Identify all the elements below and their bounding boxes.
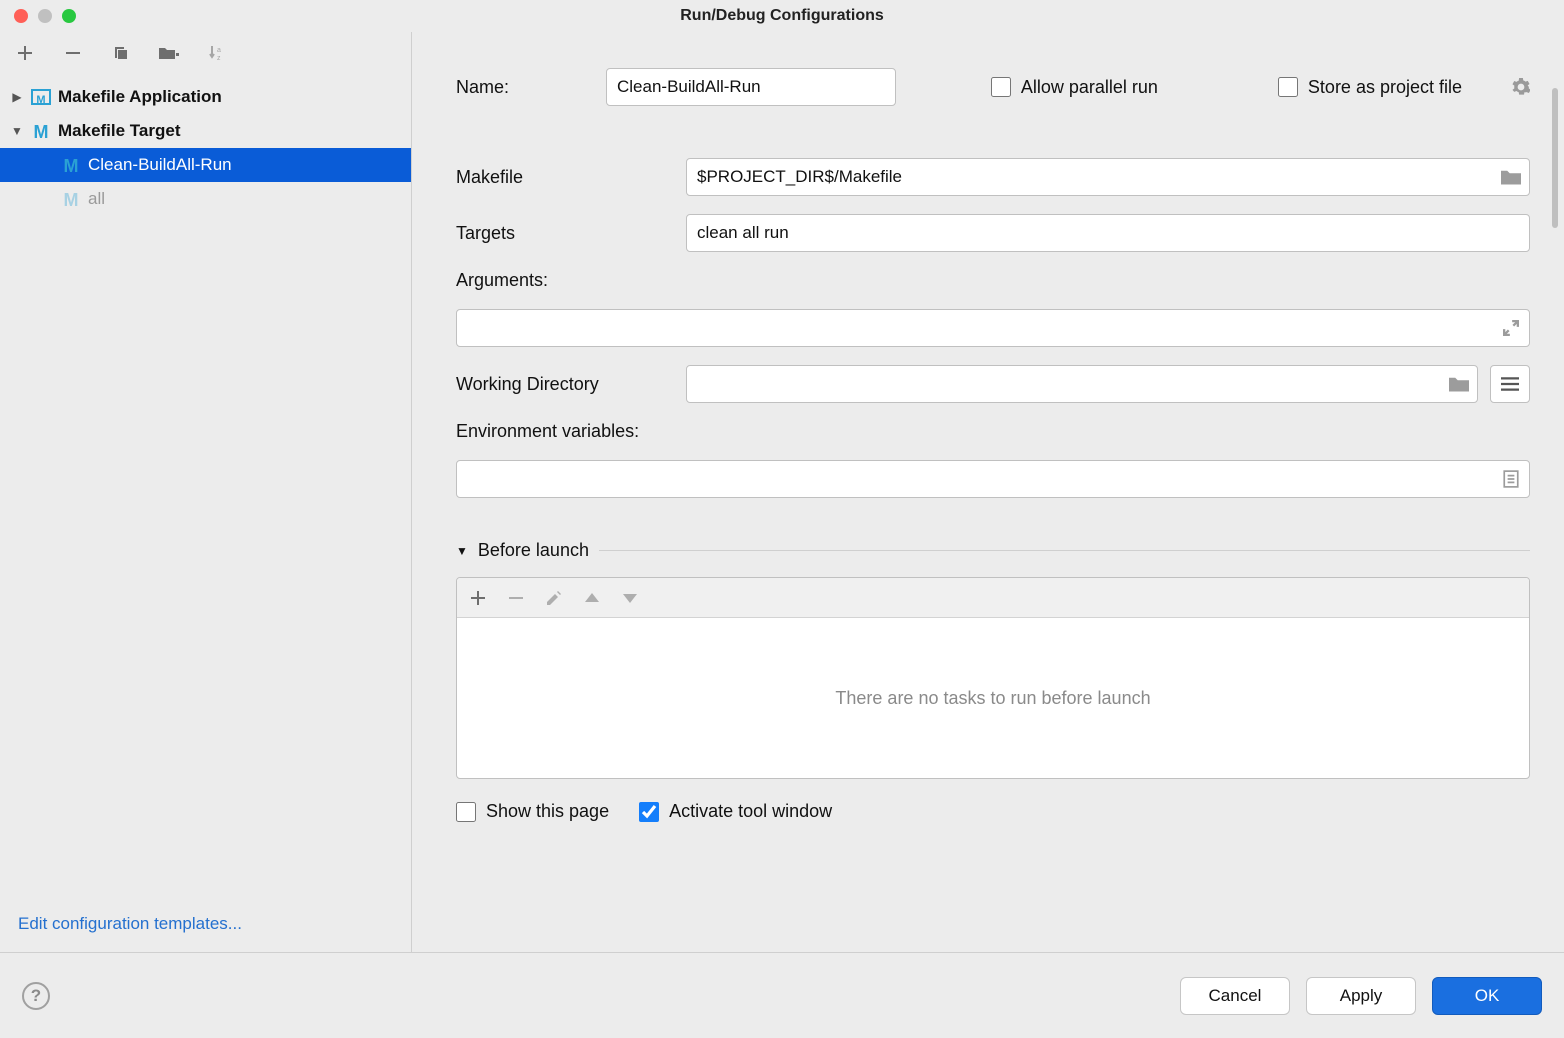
svg-text:a: a [217, 47, 221, 54]
add-task-icon[interactable] [471, 591, 485, 605]
makefile-target-icon: M [30, 120, 52, 142]
remove-icon[interactable] [62, 42, 84, 64]
gear-icon[interactable] [1512, 78, 1530, 96]
show-this-page-checkbox[interactable]: Show this page [456, 801, 609, 822]
allow-parallel-checkbox[interactable]: Allow parallel run [991, 77, 1158, 98]
show-this-page-label: Show this page [486, 801, 609, 822]
makefile-target-icon: M [60, 154, 82, 176]
titlebar: Run/Debug Configurations [0, 0, 1564, 32]
svg-text:M: M [36, 94, 45, 106]
sidebar: az ▶ M Makefile Application ▼ M Makefile… [0, 32, 412, 952]
cancel-button[interactable]: Cancel [1180, 977, 1290, 1015]
tree-item-clean-buildall-run[interactable]: M Clean-BuildAll-Run [0, 148, 411, 182]
apply-button[interactable]: Apply [1306, 977, 1416, 1015]
targets-label: Targets [456, 223, 666, 244]
list-icon[interactable] [1500, 468, 1522, 490]
traffic-lights [14, 9, 76, 23]
add-icon[interactable] [14, 42, 36, 64]
maximize-window-icon[interactable] [62, 9, 76, 23]
tree-item-label: Clean-BuildAll-Run [88, 155, 232, 175]
svg-text:M: M [64, 156, 79, 175]
store-as-project-input[interactable] [1278, 77, 1298, 97]
allow-parallel-label: Allow parallel run [1021, 77, 1158, 98]
activate-tool-window-input[interactable] [639, 802, 659, 822]
config-tree: ▶ M Makefile Application ▼ M Makefile Ta… [0, 74, 411, 902]
tree-item-label: Makefile Target [58, 121, 181, 141]
tree-item-makefile-application[interactable]: ▶ M Makefile Application [0, 80, 411, 114]
tree-item-makefile-target[interactable]: ▼ M Makefile Target [0, 114, 411, 148]
arguments-input[interactable] [456, 309, 1530, 347]
edit-task-icon[interactable] [547, 591, 561, 605]
activate-tool-window-label: Activate tool window [669, 801, 832, 822]
no-tasks-message: There are no tasks to run before launch [457, 618, 1529, 778]
minimize-window-icon[interactable] [38, 9, 52, 23]
arguments-label: Arguments: [456, 270, 1530, 291]
close-window-icon[interactable] [14, 9, 28, 23]
folder-icon[interactable] [1500, 166, 1522, 188]
remove-task-icon[interactable] [509, 591, 523, 605]
before-launch-header[interactable]: ▼ Before launch [456, 540, 1530, 561]
tree-item-label: all [88, 189, 105, 209]
sidebar-toolbar: az [0, 32, 411, 74]
footer: ? Cancel Apply OK [0, 952, 1564, 1038]
macros-button[interactable] [1490, 365, 1530, 403]
targets-input[interactable] [686, 214, 1530, 252]
edit-templates-link[interactable]: Edit configuration templates... [0, 902, 411, 952]
activate-tool-window-checkbox[interactable]: Activate tool window [639, 801, 832, 822]
working-dir-label: Working Directory [456, 374, 666, 395]
tree-item-label: Makefile Application [58, 87, 222, 107]
details-panel: Name: Allow parallel run Store as projec… [412, 32, 1564, 952]
env-input[interactable] [456, 460, 1530, 498]
svg-text:z: z [217, 55, 221, 61]
svg-text:M: M [64, 190, 79, 209]
move-up-icon[interactable] [585, 593, 599, 603]
copy-icon[interactable] [110, 42, 132, 64]
save-config-icon[interactable] [158, 42, 180, 64]
window-title: Run/Debug Configurations [0, 7, 1564, 25]
tasks-toolbar [457, 578, 1529, 618]
sort-alpha-icon[interactable]: az [206, 42, 228, 64]
before-launch-tasks: There are no tasks to run before launch [456, 577, 1530, 779]
chevron-right-icon: ▶ [10, 90, 24, 104]
makefile-input[interactable] [686, 158, 1530, 196]
show-this-page-input[interactable] [456, 802, 476, 822]
folder-icon[interactable] [1448, 373, 1470, 395]
chevron-down-icon: ▼ [456, 544, 468, 558]
makefile-label: Makefile [456, 167, 666, 188]
allow-parallel-input[interactable] [991, 77, 1011, 97]
env-label: Environment variables: [456, 421, 1530, 442]
working-dir-input[interactable] [686, 365, 1478, 403]
tree-item-all[interactable]: M all [0, 182, 411, 216]
scrollbar[interactable] [1552, 88, 1558, 228]
expand-icon[interactable] [1500, 317, 1522, 339]
move-down-icon[interactable] [623, 593, 637, 603]
chevron-down-icon: ▼ [10, 124, 24, 138]
name-label: Name: [456, 77, 566, 98]
help-icon[interactable]: ? [22, 982, 50, 1010]
store-as-project-label: Store as project file [1308, 77, 1462, 98]
divider [599, 550, 1530, 551]
ok-button[interactable]: OK [1432, 977, 1542, 1015]
store-as-project-checkbox[interactable]: Store as project file [1278, 77, 1462, 98]
before-launch-label: Before launch [478, 540, 589, 561]
makefile-target-icon: M [60, 188, 82, 210]
makefile-app-icon: M [30, 86, 52, 108]
name-input[interactable] [606, 68, 896, 106]
svg-text:M: M [34, 122, 49, 141]
